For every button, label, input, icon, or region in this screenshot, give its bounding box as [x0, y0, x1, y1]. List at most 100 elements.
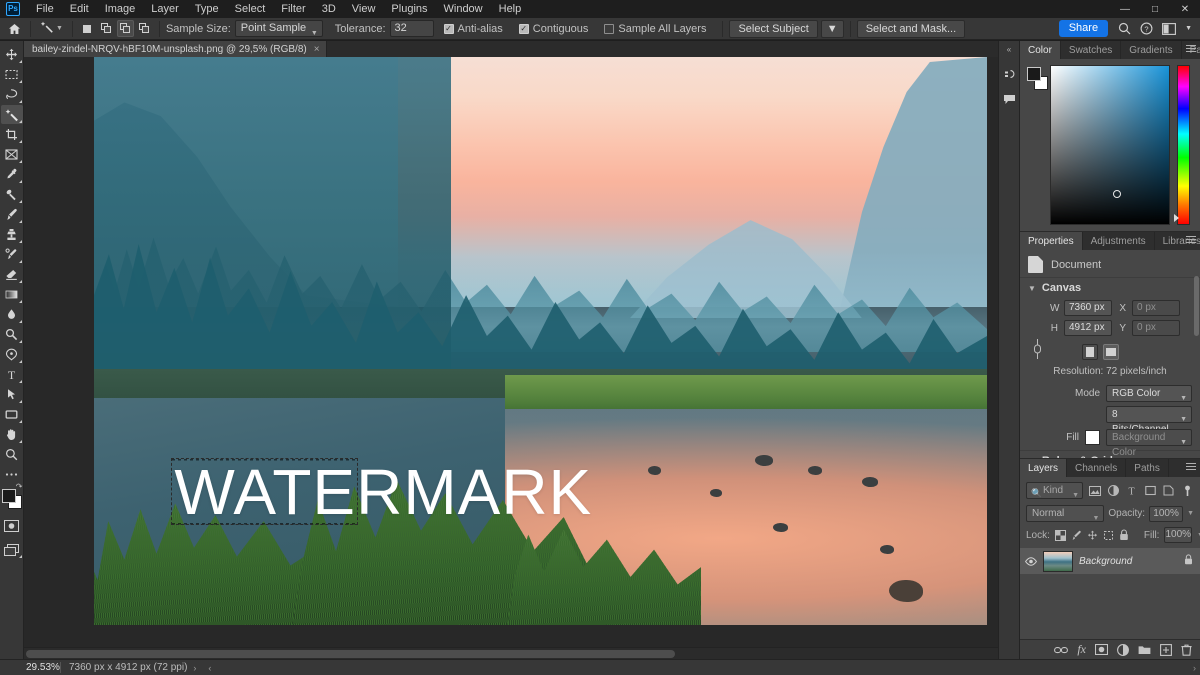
- menu-help[interactable]: Help: [491, 0, 530, 18]
- anti-alias-checkbox-group[interactable]: ✓ Anti-alias: [443, 23, 507, 35]
- eye-icon[interactable]: [1025, 556, 1037, 566]
- bit-depth-select[interactable]: 8 Bits/Channel ▼: [1106, 406, 1192, 435]
- canvas-horizontal-scrollbar[interactable]: [24, 647, 1008, 659]
- canvas-section-header[interactable]: ▼ Canvas: [1020, 277, 1200, 298]
- menu-filter[interactable]: Filter: [273, 0, 313, 18]
- quick-mask-mode[interactable]: [1, 516, 23, 535]
- tab-properties[interactable]: Properties: [1020, 232, 1083, 250]
- canvas-x-input[interactable]: 0 px: [1132, 300, 1180, 316]
- hue-slider[interactable]: [1174, 65, 1190, 225]
- delete-layer-icon[interactable]: [1181, 644, 1192, 656]
- color-mode-select[interactable]: RGB Color ▼: [1106, 385, 1192, 402]
- foreground-color-swatch[interactable]: [1, 489, 16, 503]
- lasso-tool[interactable]: [1, 85, 23, 104]
- home-icon[interactable]: [4, 20, 24, 38]
- path-selection-tool[interactable]: [1, 385, 23, 404]
- history-brush-tool[interactable]: [1, 245, 23, 264]
- intersect-selection-button[interactable]: [136, 20, 153, 37]
- color-picker-body[interactable]: [1020, 59, 1200, 231]
- contiguous-checkbox[interactable]: ✓: [518, 23, 529, 34]
- color-panel-swatches[interactable]: [1026, 65, 1048, 225]
- watermark-text[interactable]: WATERMARK: [174, 460, 592, 524]
- clone-stamp-tool[interactable]: [1, 225, 23, 244]
- contiguous-checkbox-group[interactable]: ✓ Contiguous: [518, 23, 593, 35]
- tab-swatches[interactable]: Swatches: [1060, 41, 1122, 59]
- menu-view[interactable]: View: [344, 0, 384, 18]
- pixel-filter-icon[interactable]: [1088, 483, 1102, 498]
- layer-lock-icon[interactable]: [1184, 554, 1193, 568]
- chevron-down-icon[interactable]: ▼: [1185, 25, 1192, 32]
- blur-tool[interactable]: [1, 305, 23, 324]
- anti-alias-checkbox[interactable]: ✓: [443, 23, 454, 34]
- smart-object-filter-icon[interactable]: [1162, 483, 1176, 498]
- select-subject-button[interactable]: Select Subject: [729, 19, 818, 38]
- menu-layer[interactable]: Layer: [143, 0, 187, 18]
- canvas-y-input[interactable]: 0 px: [1132, 320, 1180, 336]
- subtract-from-selection-button[interactable]: [116, 20, 134, 37]
- move-tool[interactable]: [1, 45, 23, 64]
- add-to-selection-button[interactable]: [98, 20, 115, 37]
- tab-paths[interactable]: Paths: [1126, 459, 1169, 477]
- fill-input[interactable]: 100%: [1164, 527, 1193, 543]
- hand-tool[interactable]: [1, 425, 23, 444]
- color-marker[interactable]: [1113, 190, 1121, 198]
- menu-image[interactable]: Image: [97, 0, 144, 18]
- menu-3d[interactable]: 3D: [314, 0, 344, 18]
- shape-filter-icon[interactable]: [1144, 483, 1158, 498]
- menu-plugins[interactable]: Plugins: [383, 0, 435, 18]
- lock-image-pixels-icon[interactable]: [1071, 528, 1082, 542]
- lock-position-icon[interactable]: [1087, 528, 1098, 542]
- properties-scrollbar[interactable]: [1194, 276, 1199, 336]
- tolerance-input[interactable]: 32: [389, 20, 434, 37]
- tab-layers[interactable]: Layers: [1020, 459, 1068, 477]
- close-icon[interactable]: ×: [314, 44, 320, 55]
- sample-all-layers-checkbox[interactable]: [604, 23, 615, 34]
- document-tab[interactable]: bailey-zindel-NRQV-hBF10M-unsplash.png @…: [24, 41, 327, 57]
- panel-menu-icon[interactable]: [1186, 236, 1196, 245]
- tab-adjustments[interactable]: Adjustments: [1082, 232, 1155, 250]
- menu-file[interactable]: File: [28, 0, 62, 18]
- layer-mask-icon[interactable]: [1095, 644, 1108, 655]
- adjustment-layer-icon[interactable]: [1117, 643, 1129, 656]
- type-tool[interactable]: T: [1, 365, 23, 384]
- link-layers-icon[interactable]: [1054, 646, 1069, 654]
- zoom-tool[interactable]: [1, 445, 23, 464]
- lock-artboard-icon[interactable]: [1103, 528, 1114, 542]
- new-group-icon[interactable]: [1138, 645, 1151, 655]
- layer-style-icon[interactable]: fx: [1077, 642, 1086, 657]
- new-selection-button[interactable]: [79, 20, 96, 37]
- select-subject-dropdown[interactable]: ▼: [820, 19, 844, 38]
- zoom-level[interactable]: 29.53%: [0, 662, 60, 673]
- brush-tool[interactable]: [1, 205, 23, 224]
- rectangular-marquee-tool[interactable]: [1, 65, 23, 84]
- search-icon[interactable]: [1118, 22, 1131, 35]
- pen-tool[interactable]: [1, 345, 23, 364]
- gradient-tool[interactable]: [1, 285, 23, 304]
- frame-tool[interactable]: [1, 145, 23, 164]
- layer-list[interactable]: Background: [1020, 547, 1200, 639]
- link-dimensions-icon[interactable]: [1032, 336, 1042, 362]
- type-filter-icon[interactable]: T: [1125, 483, 1139, 498]
- rulers-section-header[interactable]: ▼ Rulers & Grids: [1020, 450, 1200, 458]
- fill-type-select[interactable]: Background Color ▼: [1106, 429, 1192, 458]
- crop-tool[interactable]: [1, 125, 23, 144]
- blend-mode-select[interactable]: Normal ▼: [1026, 505, 1105, 522]
- filter-toggle-icon[interactable]: [1181, 483, 1195, 498]
- tab-gradients[interactable]: Gradients: [1121, 41, 1182, 59]
- adjustment-filter-icon[interactable]: [1107, 483, 1121, 498]
- menu-select[interactable]: Select: [227, 0, 274, 18]
- layer-row-background[interactable]: Background: [1020, 548, 1200, 574]
- opacity-scrubber-icon[interactable]: ▼: [1187, 510, 1194, 517]
- close-icon[interactable]: ✕: [1170, 0, 1200, 18]
- help-icon[interactable]: ?: [1140, 22, 1153, 35]
- magic-wand-tool[interactable]: [0, 105, 23, 124]
- history-icon[interactable]: [1000, 66, 1018, 82]
- canvas-area[interactable]: WATERMARK: [24, 57, 1020, 659]
- collapse-panels-icon[interactable]: «: [1007, 45, 1011, 54]
- menu-type[interactable]: Type: [187, 0, 227, 18]
- layer-thumbnail[interactable]: [1043, 550, 1073, 572]
- image-canvas[interactable]: WATERMARK: [94, 57, 987, 625]
- hue-slider-handle[interactable]: [1174, 214, 1179, 222]
- workspace-icon[interactable]: [1162, 22, 1177, 35]
- lock-all-icon[interactable]: [1119, 528, 1129, 542]
